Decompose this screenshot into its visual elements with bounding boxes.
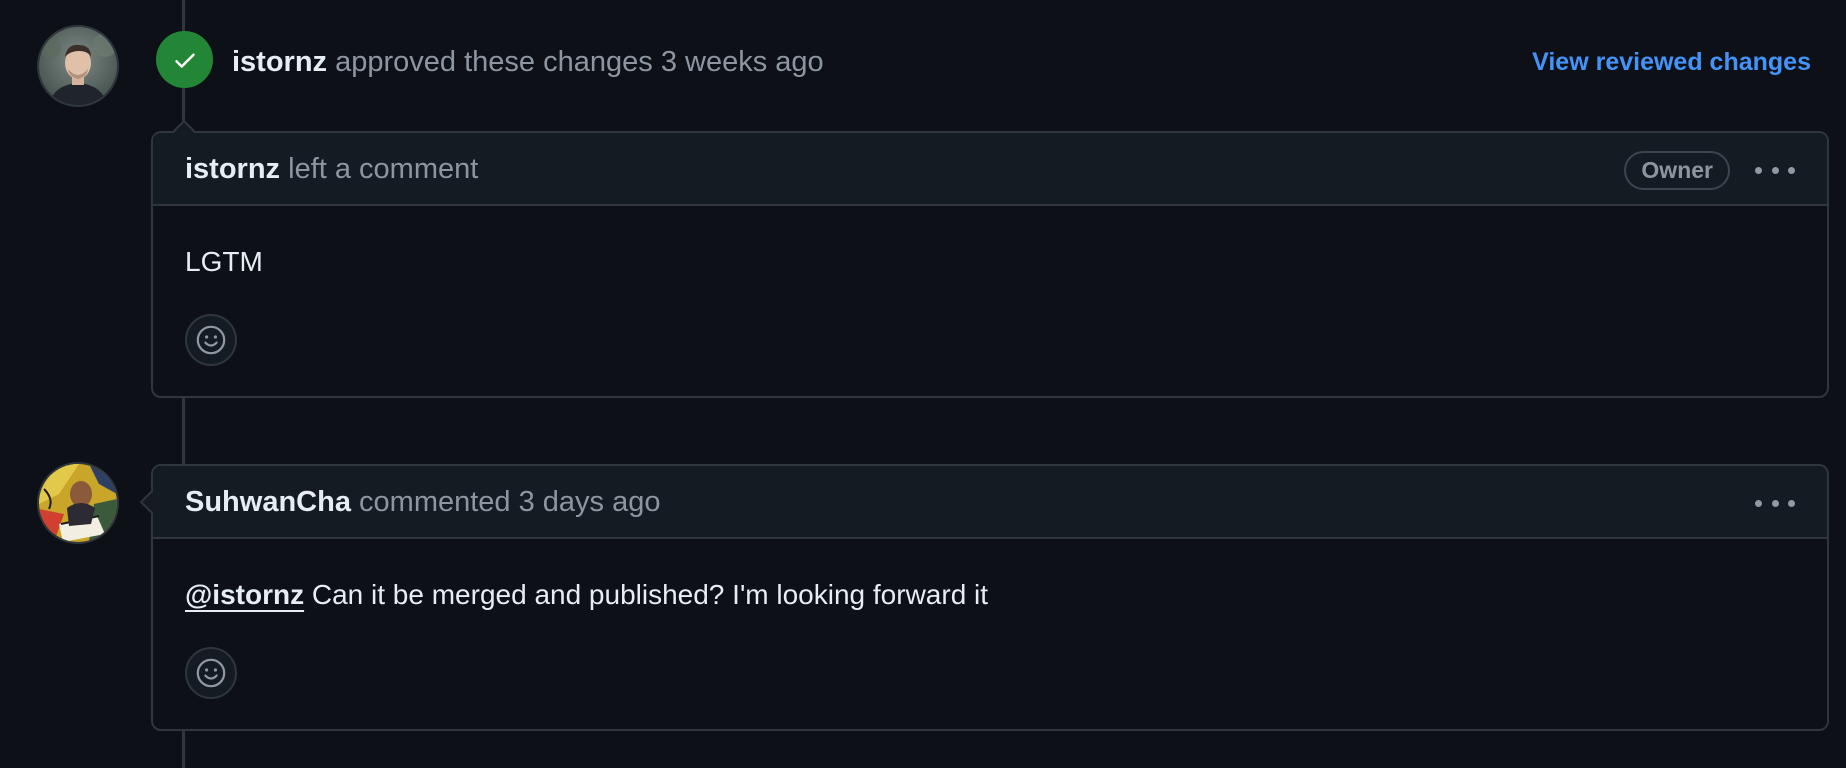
avatar-istornz[interactable] [37,25,119,107]
comment-timestamp[interactable]: 3 days ago [519,486,661,518]
kebab-horizontal-icon[interactable] [1755,488,1795,518]
check-icon [174,53,195,68]
comment-action-text: commented [359,485,511,518]
view-reviewed-changes-link[interactable]: View reviewed changes [1532,44,1811,80]
comment-body: LGTM [153,206,1827,282]
add-reaction-button[interactable] [185,647,237,699]
avatar-suhwancha[interactable] [37,462,119,544]
comment-title: istornz left a comment [185,149,478,189]
avatar-photo [39,27,117,105]
comment-author-link[interactable]: SuhwanCha [185,486,351,518]
avatar-photo [39,464,117,542]
add-reaction-button[interactable] [185,314,237,366]
comment-text: LGTM [185,246,263,277]
comment-header: SuhwanCha commented 3 days ago [153,466,1827,539]
smiley-icon [196,325,226,355]
comment-action-text: left a comment [288,152,479,185]
comment-text: Can it be merged and published? I'm look… [311,579,989,610]
comment-body: @istornz Can it be merged and published?… [153,539,1827,615]
user-mention-link[interactable]: @istornz [185,579,304,610]
review-action-text: approved these changes [335,46,653,78]
timeline-line [182,730,185,768]
comment-title: SuhwanCha commented 3 days ago [185,482,661,522]
review-header: istornz approved these changes 3 weeks a… [232,42,824,82]
timeline-line [182,0,185,31]
owner-badge: Owner [1624,151,1730,190]
approved-badge [156,31,213,88]
kebab-horizontal-icon[interactable] [1755,155,1795,185]
smiley-icon [196,658,226,688]
comment-card-2: SuhwanCha commented 3 days ago @istornz … [151,464,1829,731]
review-author-link[interactable]: istornz [232,46,327,78]
comment-header: istornz left a comment Owner [153,133,1827,206]
comment-card-1: istornz left a comment Owner LGTM [151,131,1829,398]
review-timestamp[interactable]: 3 weeks ago [661,46,824,78]
timeline-line [182,398,185,464]
comment-author-link[interactable]: istornz [185,153,280,185]
